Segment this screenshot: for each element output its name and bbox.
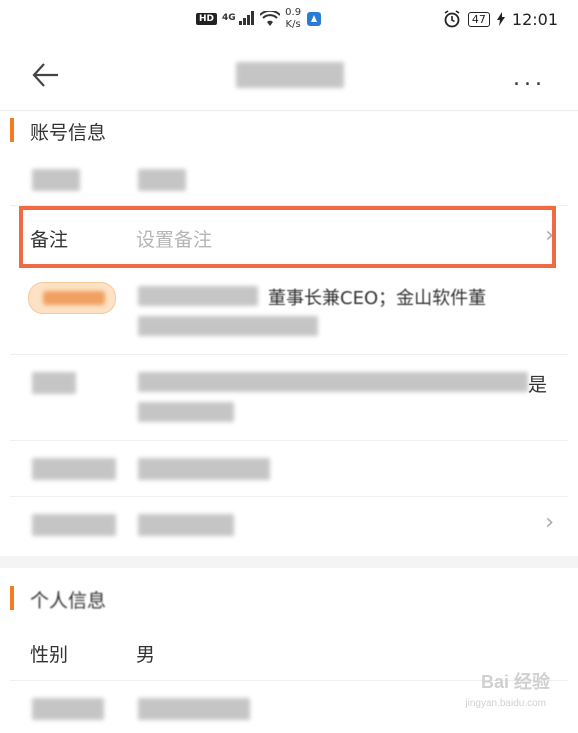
battery-level: 47 xyxy=(467,11,490,27)
status-left: HD 4G 0.9 K/s xyxy=(196,6,322,32)
back-arrow-icon[interactable] xyxy=(30,60,60,90)
status-bar: HD 4G 0.9 K/s 47 12:01 xyxy=(0,0,578,38)
status-right: 47 12:01 xyxy=(443,6,558,32)
speed-unit: K/s xyxy=(285,19,301,30)
app-notification-icon xyxy=(307,12,322,26)
row-label-redacted xyxy=(32,169,80,191)
watermark-url: jingyan.baidu.com xyxy=(465,698,546,709)
clock: 12:01 xyxy=(511,9,558,29)
signal-icon xyxy=(239,10,255,25)
row-value-redacted xyxy=(138,169,186,191)
bio-redacted-a xyxy=(138,372,528,392)
speed-value: 0.9 xyxy=(285,7,302,18)
page-title-redacted xyxy=(236,62,344,88)
gender-label: 性别 xyxy=(30,644,69,666)
row-signature: 董事长兼CEO；金山软件董 xyxy=(10,270,568,355)
highlight-box xyxy=(19,206,556,268)
network-type: 4G xyxy=(222,12,236,23)
section-title: 个人信息 xyxy=(30,590,107,612)
gender-value: 男 xyxy=(136,644,156,666)
row-value-redacted xyxy=(138,514,234,536)
row-redacted-1 xyxy=(10,442,568,497)
level-badge xyxy=(28,282,116,314)
row-redacted-2[interactable]: › xyxy=(10,498,568,554)
row-value-redacted xyxy=(138,698,250,720)
bio-redacted-b xyxy=(138,402,234,422)
row-value-redacted xyxy=(138,458,270,480)
network-indicator: 4G xyxy=(222,10,255,28)
chevron-right-icon: › xyxy=(545,510,554,535)
row-label-redacted xyxy=(32,458,116,480)
level-badge-redacted xyxy=(43,291,105,305)
row-account-id xyxy=(10,155,568,206)
charging-icon xyxy=(496,12,505,26)
section-accent-bar xyxy=(10,118,14,142)
signature-redacted-b xyxy=(138,316,318,336)
section-gap xyxy=(0,556,578,568)
wifi-icon xyxy=(260,11,281,26)
bio-tail: 是 xyxy=(528,374,548,396)
row-bio: 是 xyxy=(10,356,568,441)
section-personal-info: 个人信息 xyxy=(0,576,578,620)
signature-text: 董事长兼CEO；金山软件董 xyxy=(268,288,487,309)
section-title: 账号信息 xyxy=(30,122,107,144)
section-accent-bar xyxy=(10,586,14,610)
row-label-redacted xyxy=(32,698,104,720)
app-bar: ... xyxy=(0,38,578,111)
signature-redacted-a xyxy=(138,286,258,306)
network-speed: 0.9 K/s xyxy=(285,7,301,31)
row-label-redacted xyxy=(32,372,76,394)
more-dots-icon[interactable]: ... xyxy=(513,66,546,91)
hd-badge: HD xyxy=(196,13,218,25)
section-account-info: 账号信息 xyxy=(0,108,578,152)
row-label-redacted xyxy=(32,514,116,536)
watermark-logo: Bai 经验 xyxy=(480,672,550,692)
alarm-icon xyxy=(444,10,460,28)
